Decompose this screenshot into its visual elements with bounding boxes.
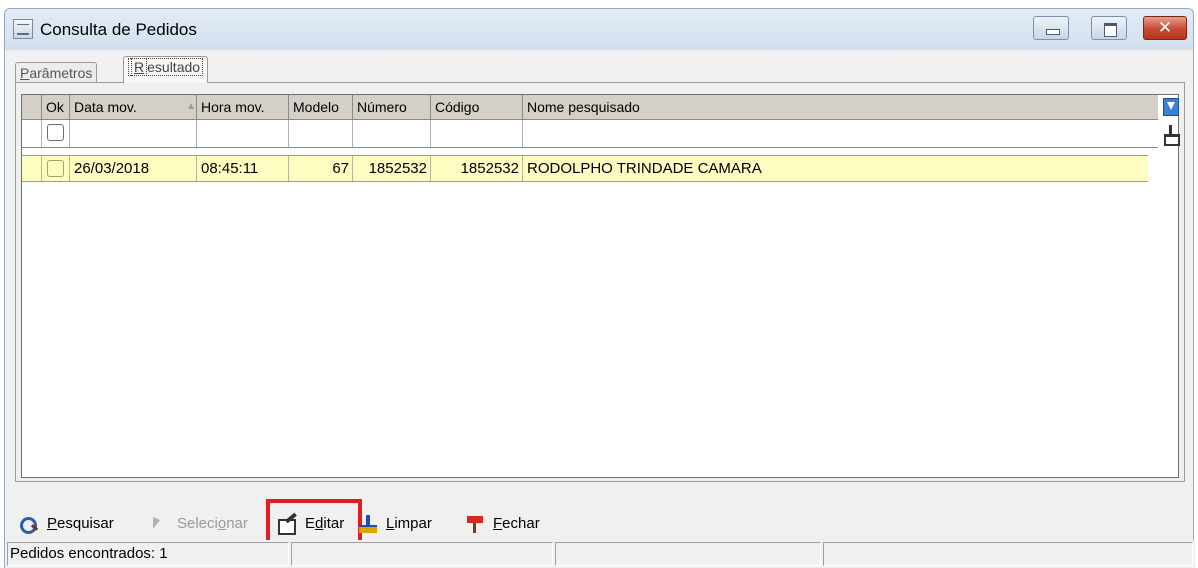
table-row[interactable]: 26/03/2018 08:45:11 67 1852532 1852532 R…: [22, 155, 1148, 182]
cursor-icon: [149, 515, 171, 533]
cell-nome-pesquisado[interactable]: RODOLPHO TRINDADE CAMARA: [523, 156, 1148, 181]
status-panel-3: [555, 542, 821, 566]
filter-cell-modelo[interactable]: [289, 120, 353, 147]
tab-resultado-label: Resultado: [128, 58, 204, 76]
title-bar[interactable]: Consulta de Pedidos ✕: [4, 8, 1194, 50]
filter-cell-hora-mov[interactable]: [197, 120, 289, 147]
filter-ok-checkbox[interactable]: [47, 124, 64, 141]
filter-cell-data-mov[interactable]: [70, 120, 197, 147]
limpar-button[interactable]: Limpar: [358, 510, 432, 538]
status-panel-4: [823, 542, 1193, 566]
cell-codigo[interactable]: 1852532: [431, 156, 523, 181]
filter-cell-ok[interactable]: [42, 120, 70, 147]
row-indicator-header: [22, 95, 42, 119]
fechar-button[interactable]: Fechar: [465, 510, 540, 538]
sort-ascending-icon: [188, 103, 194, 109]
status-panel-2: [291, 542, 553, 566]
search-icon: [19, 515, 41, 535]
cell-modelo[interactable]: 67: [289, 156, 353, 181]
column-header-hora-mov[interactable]: Hora mov.: [197, 95, 289, 119]
close-icon: ✕: [1157, 18, 1173, 38]
column-header-ok[interactable]: Ok: [42, 95, 70, 119]
filter-row: [22, 120, 1158, 148]
row-indicator: [22, 156, 42, 181]
filter-indicator: [22, 120, 42, 147]
minimize-button[interactable]: [1033, 16, 1069, 40]
clear-filter-icon[interactable]: [1163, 125, 1180, 146]
column-header-data-mov-label: Data mov.: [74, 99, 137, 115]
filter-cell-codigo[interactable]: [431, 120, 523, 147]
pesquisar-label: Pesquisar: [47, 515, 114, 532]
selecionar-button[interactable]: Selecionar: [149, 510, 248, 538]
clear-icon: [358, 515, 380, 534]
tab-resultado[interactable]: Resultado: [123, 56, 209, 83]
close-window-button[interactable]: ✕: [1143, 16, 1187, 40]
column-header-numero[interactable]: Número: [353, 95, 431, 119]
row-ok-checkbox[interactable]: [47, 160, 64, 177]
grid-header: Ok Data mov. Hora mov. Modelo Número Cód…: [22, 95, 1158, 120]
row-ok-cell[interactable]: [42, 156, 70, 181]
filter-icon[interactable]: [1163, 98, 1179, 116]
filter-cell-numero[interactable]: [353, 120, 431, 147]
cell-data-mov[interactable]: 26/03/2018: [70, 156, 197, 181]
status-bar: Pedidos encontrados: 1: [5, 540, 1195, 568]
window-title: Consulta de Pedidos: [40, 20, 197, 39]
editar-button[interactable]: Editar: [277, 510, 344, 538]
app-window: Consulta de Pedidos ✕ Parâmetros Resulta…: [0, 0, 1198, 568]
client-area: Parâmetros Resultado Ok Data mov. Hora m…: [4, 50, 1195, 568]
filter-cell-nome[interactable]: [523, 120, 1158, 147]
flag-icon: [465, 515, 487, 534]
edit-icon: [277, 515, 299, 536]
pesquisar-button[interactable]: Pesquisar: [19, 510, 114, 538]
status-found: Pedidos encontrados: 1: [7, 542, 289, 566]
selecionar-label: Selecionar: [177, 515, 248, 532]
limpar-label: Limpar: [386, 515, 432, 532]
cell-numero[interactable]: 1852532: [353, 156, 431, 181]
results-grid[interactable]: Ok Data mov. Hora mov. Modelo Número Cód…: [21, 94, 1180, 478]
action-toolbar: Pesquisar Selecionar Editar Limpar Fecha…: [15, 499, 1185, 547]
tab-parametros[interactable]: Parâmetros: [15, 62, 98, 82]
cell-hora-mov[interactable]: 08:45:11: [197, 156, 289, 181]
column-header-modelo[interactable]: Modelo: [289, 95, 353, 119]
app-icon: [13, 19, 33, 39]
column-header-codigo[interactable]: Código: [431, 95, 523, 119]
column-header-data-mov[interactable]: Data mov.: [70, 95, 197, 119]
maximize-button[interactable]: [1091, 16, 1127, 40]
column-header-nome-pesquisado[interactable]: Nome pesquisado: [523, 95, 1158, 119]
editar-label: Editar: [305, 515, 345, 532]
fechar-label: Fechar: [493, 515, 540, 532]
